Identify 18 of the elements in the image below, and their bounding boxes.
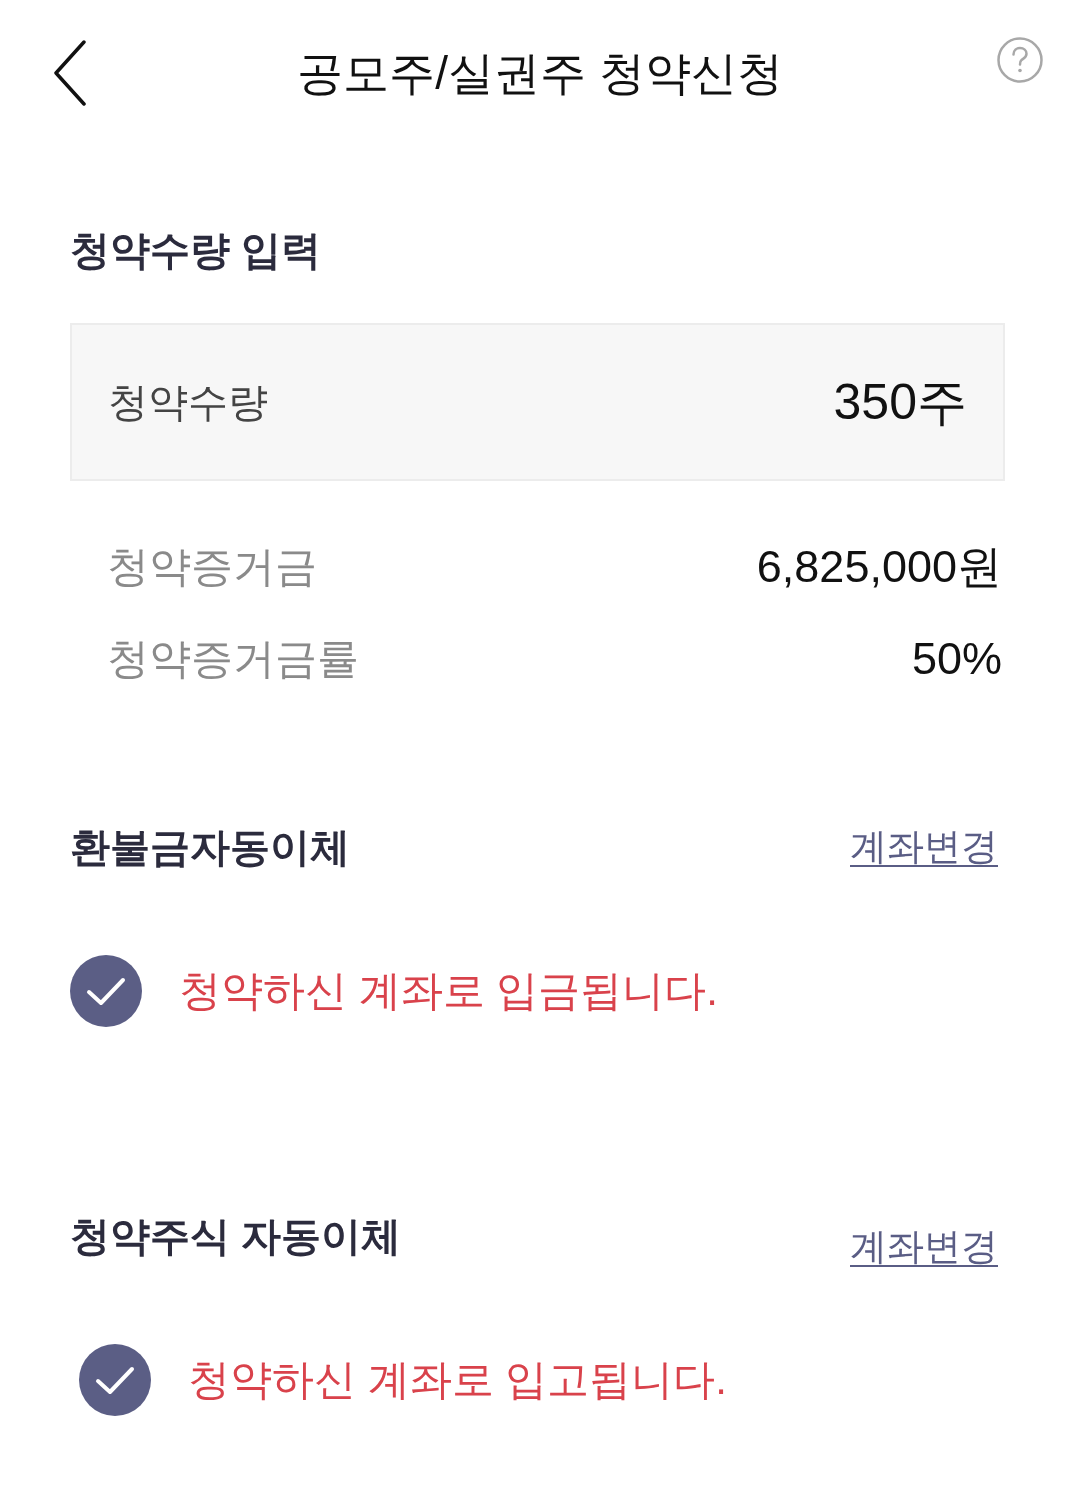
transfer-message: 청약하신 계좌로 입금됩니다. — [179, 966, 718, 1016]
section-title: 환불금자동이체 — [70, 824, 350, 871]
quantity-field[interactable]: 청약수량 350주 — [70, 323, 1005, 481]
detail-value: 50% — [911, 632, 1002, 686]
page-title: 공모주/실권주 청약신청 — [297, 46, 783, 101]
quantity-value: 350주 — [833, 373, 967, 431]
quantity-label: 청약수량 — [108, 379, 268, 426]
checked-circle-icon[interactable] — [70, 955, 142, 1027]
back-icon[interactable] — [53, 40, 87, 106]
detail-value: 6,825,000원 — [756, 540, 1002, 594]
section-title: 청약수량 입력 — [70, 227, 322, 274]
transfer-message: 청약하신 계좌로 입고됩니다. — [188, 1355, 727, 1405]
change-account-link[interactable]: 계좌변경 — [850, 1225, 998, 1269]
section-title: 청약주식 자동이체 — [70, 1213, 402, 1260]
detail-label: 청약증거금 — [107, 542, 317, 592]
change-account-link[interactable]: 계좌변경 — [850, 825, 998, 869]
detail-label: 청약증거금률 — [107, 634, 359, 684]
checked-circle-icon[interactable] — [79, 1344, 151, 1416]
